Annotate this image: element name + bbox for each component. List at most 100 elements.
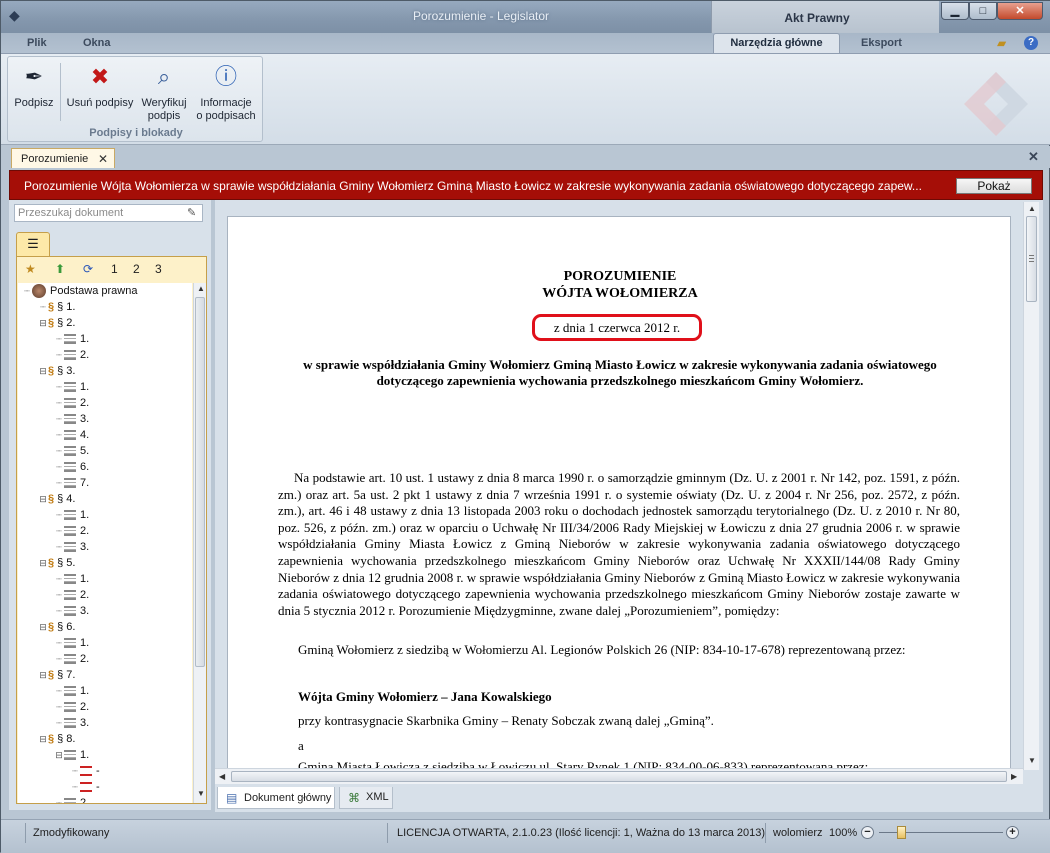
scroll-down-arrow-icon[interactable]: ▼ [1028,756,1036,765]
collapse-toggle-icon[interactable]: ⊟ [38,619,48,635]
title-banner: Porozumienie Wójta Wołomierza w sprawie … [9,170,1043,200]
tree-item[interactable]: ┈ 1. [54,331,89,347]
tab-eksport[interactable]: Eksport [861,37,902,49]
collapse-toggle-icon[interactable]: ⊟ [38,555,48,571]
doc-title-line2: WÓJTA WOŁOMIERZA [542,286,698,301]
tree-scrollbar[interactable]: ▲ ▼ [193,283,206,803]
tree-item[interactable]: ┈ 4. [54,427,89,443]
tree-item[interactable]: ⊟§ § 3. [38,363,75,379]
tree-item[interactable]: ┈ - [70,779,99,795]
document-tab-strip: Porozumienie ✕ ✕ [1,146,1050,168]
zoom-in-button[interactable]: + [1006,826,1019,839]
close-document-icon[interactable]: ✕ [1028,149,1039,165]
search-input[interactable]: Przeszukaj dokument ✎ [14,204,203,222]
tree-item[interactable]: ┈ 3. [54,603,89,619]
scroll-left-arrow-icon[interactable]: ◀ [219,772,225,781]
banner-text: Porozumienie Wójta Wołomierza w sprawie … [24,179,922,193]
tree-item[interactable]: ⊟§ § 2. [38,315,75,331]
document-vscroll-thumb[interactable] [1026,216,1037,302]
eraser-icon[interactable]: ✎ [187,206,196,219]
tree-item[interactable]: ┈ 5. [54,443,89,459]
collapse-toggle-icon[interactable]: ⊟ [38,363,48,379]
tree-scrollbar-thumb[interactable] [195,297,205,667]
tree-item[interactable]: ┈ 6. [54,459,89,475]
tree-item[interactable]: ┈ § § 1. [38,299,75,315]
verify-signature-button[interactable]: ⌕ Weryfikuj podpis [138,61,190,123]
tree-item[interactable]: ⊟§ § 7. [38,667,75,683]
tree-item[interactable]: ┈ 2. [54,347,89,363]
signature-info-button[interactable]: ⓘ Informacje o podpisach [194,61,258,123]
tab-structure[interactable]: ☰ [16,232,50,256]
show-button[interactable]: Pokaż [956,178,1032,194]
tree-item[interactable]: ┈ 2. [54,395,89,411]
maximize-button[interactable]: □ [969,2,997,20]
tree-item[interactable]: ┈ 1. [54,507,89,523]
up-arrow-icon[interactable]: ⬆ [55,263,65,275]
collapse-toggle-icon[interactable]: ⊟ [38,731,48,747]
tree-item-label: 3. [80,717,90,729]
tree-item[interactable]: ⊟§ § 4. [38,491,75,507]
tree-item[interactable]: ┈ 1. [54,635,89,651]
level-1-button[interactable]: 1 [111,263,118,275]
collapse-toggle-icon[interactable]: ⊟ [38,491,48,507]
tab-main-document[interactable]: ▤ Dokument główny [217,787,335,809]
zoom-out-button[interactable]: − [861,826,874,839]
tree-item[interactable]: ┈ 1. [54,683,89,699]
tree-item[interactable]: ⊟§ § 8. [38,731,75,747]
tree-item[interactable]: ┈ 2. [54,795,89,803]
scroll-up-arrow-icon[interactable]: ▲ [1028,204,1036,213]
tree-item[interactable]: ┈ 2. [54,523,89,539]
help-icon[interactable]: ? [1024,36,1038,50]
status-separator [765,823,766,843]
scroll-right-arrow-icon[interactable]: ▶ [1011,772,1017,781]
tree-item[interactable]: ┈ 3. [54,411,89,427]
refresh-icon[interactable]: ⟳ [83,263,93,275]
context-tab-header: Akt Prawny [711,1,939,33]
tree-item[interactable]: ┈ 7. [54,475,89,491]
status-separator [25,823,26,843]
tree-item[interactable]: ┈ 2. [54,651,89,667]
level-2-button[interactable]: 2 [133,263,140,275]
app-logo-icon[interactable]: ◆ [9,7,25,23]
tree-item[interactable]: ⊟ 1. [54,747,89,763]
tab-plik[interactable]: Plik [27,37,47,49]
document-horizontal-scrollbar[interactable]: ◀ ▶ [215,768,1023,784]
tree-item[interactable]: ┈ 2. [54,587,89,603]
tree-item-label: 2. [80,525,90,537]
document-vertical-scrollbar[interactable]: ▲ ▼ [1023,202,1039,770]
tree-item[interactable]: ┈ - [70,763,99,779]
tree-item[interactable]: ┈ Podstawa prawna [22,283,137,299]
document-page[interactable]: POROZUMIENIE WÓJTA WOŁOMIERZA z dnia 1 c… [227,216,1011,776]
tree-item[interactable]: ⊟§ § 6. [38,619,75,635]
verify-label-line2: podpis [147,110,181,122]
close-window-button[interactable]: ✕ [997,2,1043,20]
document-tab[interactable]: Porozumienie ✕ [11,148,115,168]
tab-okna[interactable]: Okna [83,37,111,49]
tree-item[interactable]: ┈ 2. [54,699,89,715]
tab-xml[interactable]: ⌘ XML [339,787,393,809]
level-3-button[interactable]: 3 [155,263,162,275]
minimize-button[interactable]: ▁ [941,2,969,20]
zoom-slider-thumb[interactable] [897,826,906,839]
tree-item[interactable]: ┈ 1. [54,571,89,587]
folder-icon[interactable]: ▰ [997,36,1006,50]
collapse-toggle-icon[interactable]: ⊟ [54,747,64,763]
sign-button[interactable]: ✒ Podpisz [12,61,56,110]
tree-item[interactable]: ⊟§ § 5. [38,555,75,571]
section-icon [64,526,76,537]
expand-icon[interactable]: ★ [25,263,36,275]
close-tab-icon[interactable]: ✕ [98,152,108,166]
tree-item[interactable]: ┈ 3. [54,715,89,731]
tree-item[interactable]: ┈ 3. [54,539,89,555]
document-tree: ┈ Podstawa prawna ┈ § § 1. ⊟§ § 2. ┈ 1. ┈ 2. ⊟§ § 3.… [18,283,192,803]
remove-signatures-button[interactable]: ✖ Usuń podpisy [64,61,136,110]
tree-item-label: 2. [80,397,90,409]
tree-item[interactable]: ┈ 1. [54,379,89,395]
collapse-toggle-icon[interactable]: ⊟ [38,667,48,683]
collapse-toggle-icon[interactable]: ⊟ [38,315,48,331]
document-hscroll-thumb[interactable] [231,771,1007,782]
scroll-down-arrow-icon[interactable]: ▼ [197,789,205,798]
grip-line [1029,261,1034,262]
tab-narzedzia-glowne[interactable]: Narzędzia główne [713,33,840,53]
scroll-up-arrow-icon[interactable]: ▲ [197,284,205,293]
